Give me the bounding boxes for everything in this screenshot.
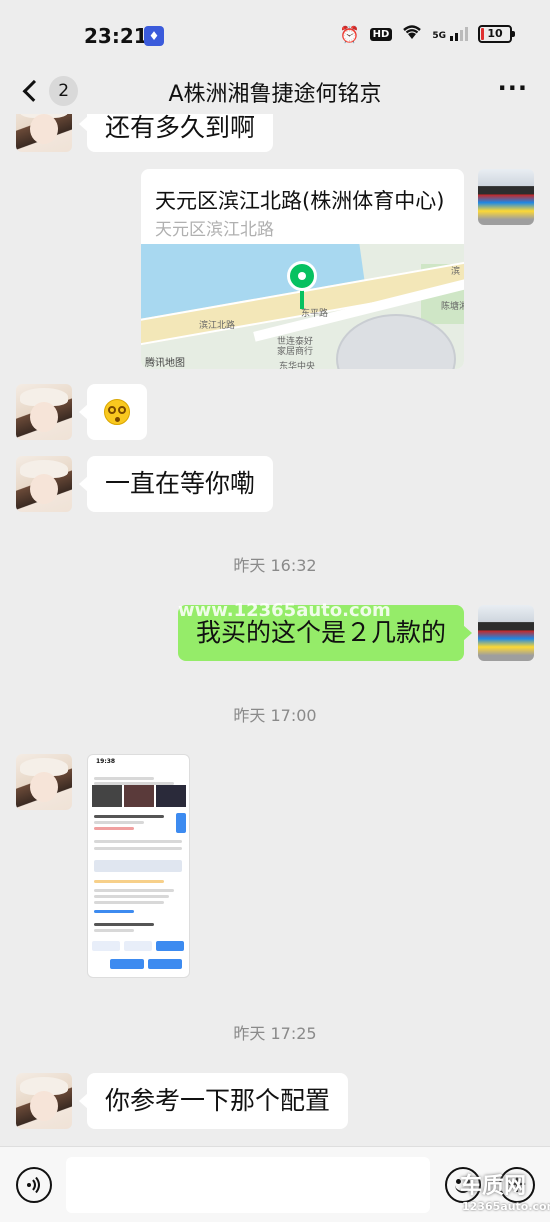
map-label: 滨 — [451, 267, 461, 277]
message-timestamp: 昨天 17:25 — [233, 1024, 317, 1043]
map-label: 陈塘湘 — [441, 302, 464, 312]
status-icons: ⏰ HD 5G 10 — [339, 24, 515, 44]
image-message-thumbnail[interactable]: 19:38 — [87, 754, 190, 978]
message-timestamp: 昨天 16:32 — [233, 556, 317, 575]
map-label: 东华中央 — [279, 362, 316, 369]
map-label: 滨江北路 — [199, 321, 236, 331]
signal-icon: 5G — [432, 27, 468, 41]
status-bar: 23:21 ♦ ⏰ HD 5G 10 — [0, 0, 550, 68]
my-avatar[interactable] — [478, 169, 534, 225]
message-bubble-received[interactable]: 一直在等你嘞 — [78, 456, 274, 512]
location-map[interactable]: 滨江北路 东平路 世连泰好 家居商行 陈塘湘 东华中央 滨 腾讯地图 — [141, 244, 464, 369]
chat-title: A株洲湘鲁捷途何铭京 — [168, 82, 382, 107]
map-pin-icon — [287, 261, 317, 291]
message-bubble-received[interactable]: 你参考一下那个配置 — [78, 1073, 349, 1129]
message-timestamp: 昨天 17:00 — [233, 706, 317, 725]
location-title: 天元区滨江北路(株洲体育中心) — [155, 189, 445, 213]
message-text: 我买的这个是２几款的 — [195, 618, 446, 647]
wifi-icon — [402, 24, 422, 44]
contact-avatar[interactable] — [16, 456, 72, 512]
message-text: 一直在等你嘞 — [105, 469, 256, 498]
chat-header-overlay: 2 A株洲湘鲁捷途何铭京 ··· — [0, 68, 550, 114]
signal-label: 5G — [432, 31, 446, 41]
more-options-button[interactable]: ··· — [498, 76, 528, 100]
message-text: 还有多久到啊 — [105, 113, 256, 142]
contact-avatar[interactable] — [16, 754, 72, 810]
battery-icon: 10 — [478, 25, 515, 43]
message-input[interactable] — [66, 1157, 430, 1213]
battery-level: 10 — [487, 27, 503, 40]
watermark-text: www.12365auto.com — [178, 600, 391, 621]
map-provider-logo: 腾讯地图 — [145, 358, 185, 369]
contact-avatar[interactable] — [16, 384, 72, 440]
message-text: 你参考一下那个配置 — [105, 1086, 331, 1115]
watermark-logo: 车质网 — [460, 1174, 527, 1199]
location-address: 天元区滨江北路 — [155, 220, 274, 240]
hd-badge: HD — [369, 27, 393, 41]
thumbnail-time: 19:38 — [96, 758, 116, 765]
my-avatar[interactable] — [478, 605, 534, 661]
voice-icon[interactable] — [16, 1167, 52, 1203]
alarm-icon: ⏰ — [339, 24, 360, 44]
map-label: 东平路 — [301, 309, 329, 319]
map-label: 家居商行 — [277, 347, 314, 357]
dizzy-face-icon — [104, 399, 130, 425]
location-message-card[interactable]: 天元区滨江北路(株洲体育中心) 天元区滨江北路 滨江北路 东平路 世连泰好 家居… — [141, 169, 464, 369]
watermark-url: 12365auto.com — [462, 1200, 550, 1213]
status-time: 23:21 — [84, 24, 148, 48]
bell-icon: ♦ — [144, 26, 164, 46]
map-pin-icon — [300, 289, 304, 309]
contact-avatar[interactable] — [16, 1073, 72, 1129]
